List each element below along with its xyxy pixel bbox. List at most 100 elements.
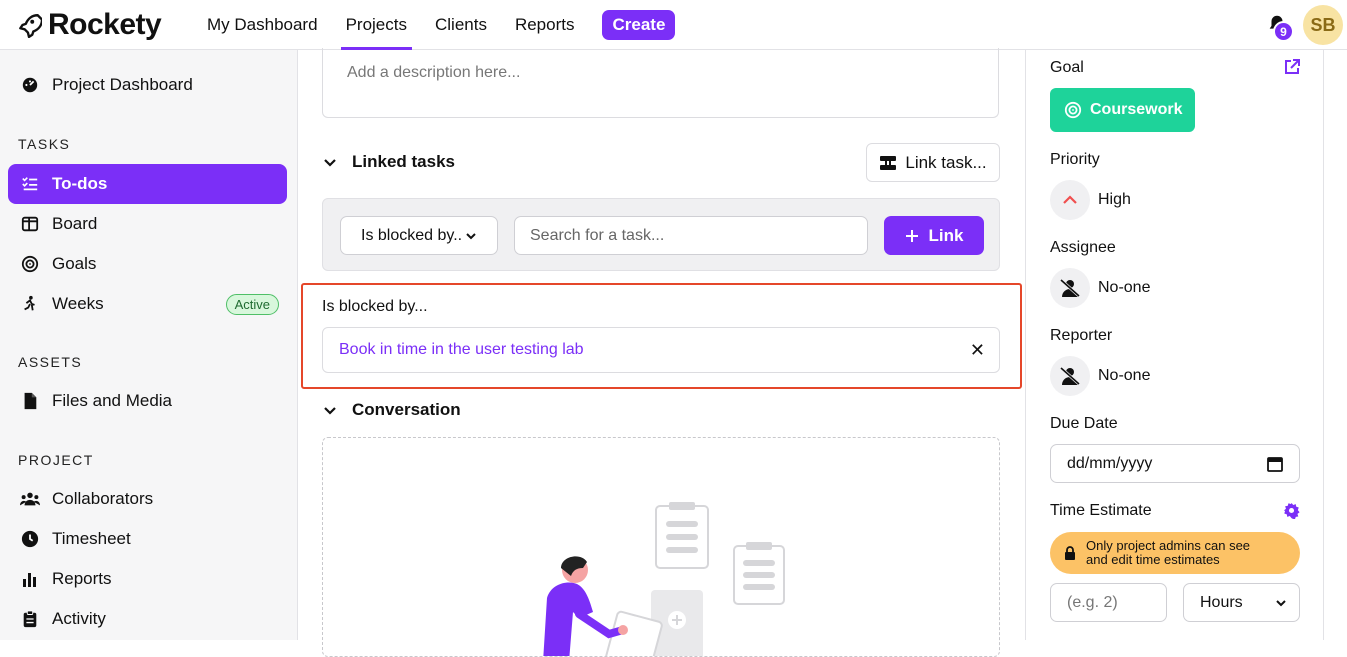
empty-state-illustration (543, 502, 785, 656)
close-icon[interactable]: ✕ (970, 340, 985, 361)
conversation-header[interactable]: Conversation (322, 400, 461, 420)
users-icon (20, 489, 40, 509)
external-link-icon[interactable] (1283, 58, 1301, 76)
sidebar-item-label: Activity (52, 609, 106, 628)
clock-icon (20, 529, 40, 549)
priority-high-icon (1050, 180, 1090, 220)
sidebar-item-files-media[interactable]: Files and Media (8, 381, 287, 421)
linked-tasks-header[interactable]: Linked tasks (322, 152, 455, 172)
sidebar-item-todos[interactable]: To-dos (8, 164, 287, 204)
file-icon (20, 391, 40, 411)
create-button[interactable]: Create (602, 10, 676, 40)
task-details-panel: Goal Coursework Priority High Assignee N… (1025, 50, 1324, 640)
nav-reports[interactable]: Reports (515, 0, 575, 50)
status-badge: Active (225, 293, 279, 315)
sidebar-item-label: Files and Media (52, 391, 173, 410)
time-estimate-label: Time Estimate (1050, 502, 1152, 519)
blocked-by-label: Is blocked by... (322, 298, 428, 315)
relation-select[interactable]: Is blocked by.. (340, 216, 498, 255)
sidebar-item-collaborators[interactable]: Collaborators (8, 479, 287, 519)
running-icon (20, 294, 40, 314)
due-date-label: Due Date (1050, 415, 1118, 432)
estimate-unit-value: Hours (1200, 593, 1243, 611)
clipboard-icon (20, 609, 40, 629)
chevron-down-icon (1276, 599, 1286, 606)
sidebar-item-label: Timesheet (52, 529, 131, 548)
link-button[interactable]: Link (884, 216, 984, 255)
sidebar-item-label: Reports (52, 569, 112, 588)
relation-select-value: Is blocked by.. (361, 226, 463, 244)
sidebar-heading-project: PROJECT (18, 452, 94, 468)
app-name: Rockety (48, 8, 162, 41)
goal-label: Goal (1050, 59, 1084, 76)
sidebar-item-reports[interactable]: Reports (8, 559, 287, 599)
lock-icon (1065, 546, 1075, 560)
priority-value: High (1098, 191, 1131, 208)
estimate-input[interactable]: (e.g. 2) (1050, 583, 1167, 622)
target-icon (1064, 101, 1082, 119)
goal-button[interactable]: Coursework (1050, 88, 1195, 132)
assignee-label: Assignee (1050, 239, 1116, 256)
no-user-icon (1050, 268, 1090, 308)
top-navigation-bar: Rockety My Dashboard Projects Clients Re… (0, 0, 1347, 50)
sidebar-item-label: Board (52, 214, 98, 233)
blocked-task-item[interactable]: Book in time in the user testing lab ✕ (322, 327, 1000, 373)
sidebar-heading-tasks: TASKS (18, 136, 71, 152)
rocket-icon (19, 14, 42, 38)
gear-icon[interactable] (1283, 502, 1300, 519)
linked-tasks-title: Linked tasks (352, 152, 455, 171)
checklist-icon (20, 174, 40, 194)
chevron-down-icon (324, 159, 336, 167)
sidebar-item-label: Weeks (52, 294, 104, 313)
goal-value: Coursework (1090, 101, 1183, 118)
priority-label: Priority (1050, 151, 1100, 168)
board-icon (20, 214, 40, 234)
assignee-value: No-one (1098, 279, 1151, 296)
nav-my-dashboard[interactable]: My Dashboard (207, 0, 318, 50)
warning-line-1: Only project admins can see (1086, 538, 1251, 553)
sidebar-item-board[interactable]: Board (8, 204, 287, 244)
sidebar-item-label: To-dos (52, 174, 108, 193)
priority-selector[interactable]: High (1050, 180, 1131, 220)
bar-chart-icon (20, 569, 40, 589)
blocked-task-link[interactable]: Book in time in the user testing lab (339, 341, 584, 359)
nav-projects[interactable]: Projects (340, 0, 413, 50)
conversation-title: Conversation (352, 400, 461, 419)
link-task-icon (880, 155, 897, 170)
calendar-icon[interactable] (1267, 456, 1283, 472)
sidebar-heading-assets: ASSETS (18, 354, 83, 370)
description-field[interactable]: Add a description here... (322, 48, 999, 118)
assignee-selector[interactable]: No-one (1050, 268, 1150, 308)
chevron-down-icon (324, 407, 336, 415)
sidebar-item-timesheet[interactable]: Timesheet (8, 519, 287, 559)
task-detail-main: Add a description here... Linked tasks L… (299, 48, 1025, 657)
sidebar-item-label: Goals (52, 254, 97, 273)
app-logo[interactable]: Rockety (16, 8, 162, 42)
dashboard-icon (20, 75, 40, 95)
warning-line-2: and edit time estimates (1086, 552, 1220, 567)
notification-count-badge: 9 (1273, 21, 1294, 42)
nav-clients[interactable]: Clients (435, 0, 487, 50)
target-icon (20, 254, 40, 274)
reporter-selector[interactable]: No-one (1050, 356, 1150, 396)
sidebar-item-goals[interactable]: Goals (8, 244, 287, 284)
admin-only-warning: Only project admins can see and edit tim… (1050, 532, 1300, 574)
chevron-down-icon (466, 232, 476, 239)
link-task-label: Link task... (905, 152, 987, 172)
reporter-label: Reporter (1050, 327, 1113, 344)
no-user-icon (1050, 356, 1090, 396)
due-date-input[interactable]: dd/mm/yyyy (1050, 444, 1300, 483)
sidebar-item-activity[interactable]: Activity (8, 599, 287, 639)
sidebar-item-weeks[interactable]: Weeks Active (8, 284, 287, 324)
sidebar: Project Dashboard TASKS To-dos Board Goa… (0, 50, 298, 640)
due-date-placeholder: dd/mm/yyyy (1067, 454, 1153, 472)
main-nav: My Dashboard Projects Clients Reports Cr… (207, 0, 676, 50)
link-task-panel: Is blocked by.. Search for a task... Lin… (322, 198, 1000, 271)
reporter-value: No-one (1098, 367, 1151, 384)
task-search-input[interactable]: Search for a task... (514, 216, 868, 255)
sidebar-item-label: Project Dashboard (52, 75, 193, 94)
sidebar-item-project-dashboard[interactable]: Project Dashboard (8, 65, 287, 105)
link-task-button[interactable]: Link task... (866, 143, 1000, 182)
estimate-unit-select[interactable]: Hours (1183, 583, 1300, 622)
avatar[interactable]: SB (1303, 5, 1343, 45)
